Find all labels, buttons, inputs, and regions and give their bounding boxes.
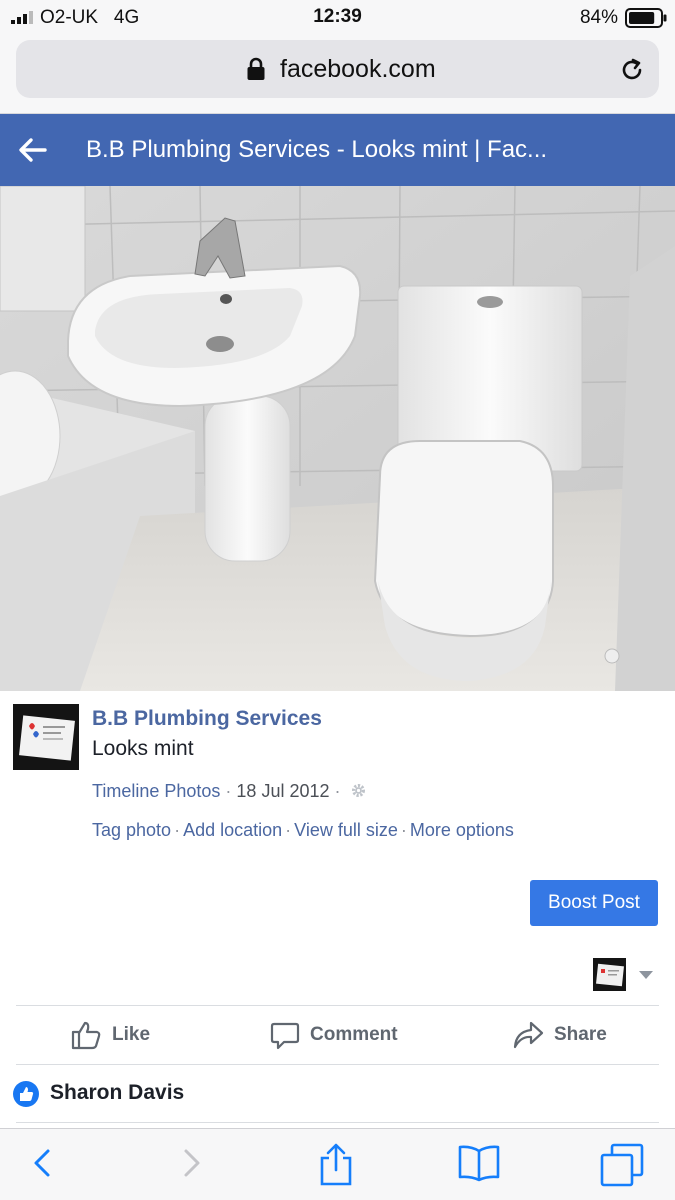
post-date[interactable]: 18 Jul 2012: [236, 781, 329, 801]
actions-separator: ·: [285, 820, 292, 840]
divider: [16, 1122, 659, 1123]
share-arrow-icon: [513, 1021, 544, 1049]
liker-name: Sharon Davis: [50, 1081, 185, 1104]
battery-percent: 84%: [579, 7, 618, 28]
post-as-avatar[interactable]: [593, 958, 626, 991]
share-button[interactable]: Share: [512, 1018, 607, 1052]
comment-icon: [270, 1022, 300, 1050]
url-text: facebook.com: [280, 55, 436, 83]
share-label: Share: [554, 1024, 607, 1045]
like-button[interactable]: Like: [70, 1018, 150, 1052]
page-title: B.B Plumbing Services - Looks mint | Fac…: [86, 136, 548, 163]
browser-toolbar: [0, 1128, 675, 1200]
like-badge-icon: [13, 1081, 39, 1107]
post-photo[interactable]: [0, 186, 675, 691]
business-card-image: [13, 704, 79, 770]
browser-address-bar: facebook.com: [0, 36, 675, 114]
reaction-bar: Like Comment Share: [0, 1006, 675, 1064]
bathroom-photo: [0, 186, 675, 691]
share-icon[interactable]: [318, 1143, 354, 1187]
comment-button[interactable]: Comment: [270, 1018, 398, 1052]
photo-actions: Tag photo · Add location · View full size · Mo…: [92, 820, 514, 841]
add-location-link[interactable]: Add location: [183, 820, 282, 840]
tag-photo-link[interactable]: Tag photo: [92, 820, 171, 840]
clock: 12:39: [313, 6, 362, 27]
actions-separator: ·: [174, 820, 181, 840]
boost-post-button[interactable]: Boost Post: [530, 880, 658, 926]
post-caption: Looks mint: [92, 737, 194, 760]
back-arrow-icon[interactable]: [18, 136, 48, 164]
tabs-icon[interactable]: [600, 1143, 644, 1187]
battery-icon: [625, 8, 667, 28]
meta-separator: ·: [334, 781, 341, 801]
view-full-size-link[interactable]: View full size: [294, 820, 398, 840]
business-card-thumbnail: [593, 958, 626, 991]
forward-icon[interactable]: [180, 1143, 204, 1183]
meta-separator: ·: [225, 781, 232, 801]
page-header: B.B Plumbing Services - Looks mint | Fac…: [0, 114, 675, 186]
thumbs-up-icon: [71, 1021, 101, 1050]
status-bar: O2-UK 4G 12:39 84%: [0, 0, 675, 36]
likes-summary[interactable]: Sharon Davis: [0, 1065, 675, 1123]
comment-label: Comment: [310, 1024, 398, 1045]
like-label: Like: [112, 1024, 151, 1045]
lock-icon: [247, 57, 265, 80]
actions-separator: ·: [400, 820, 407, 840]
reload-icon[interactable]: [618, 56, 646, 84]
more-options-link[interactable]: More options: [410, 820, 514, 840]
post-meta: Timeline Photos · 18 Jul 2012 ·: [92, 781, 367, 802]
privacy-gear-icon[interactable]: [350, 782, 367, 799]
url-field[interactable]: facebook.com: [16, 40, 659, 98]
bookmarks-icon[interactable]: [457, 1143, 501, 1183]
page-avatar[interactable]: [13, 704, 79, 770]
back-icon[interactable]: [30, 1143, 54, 1183]
page-name-link[interactable]: B.B Plumbing Services: [92, 707, 322, 731]
album-link[interactable]: Timeline Photos: [92, 781, 220, 801]
chevron-down-icon[interactable]: [638, 970, 654, 980]
